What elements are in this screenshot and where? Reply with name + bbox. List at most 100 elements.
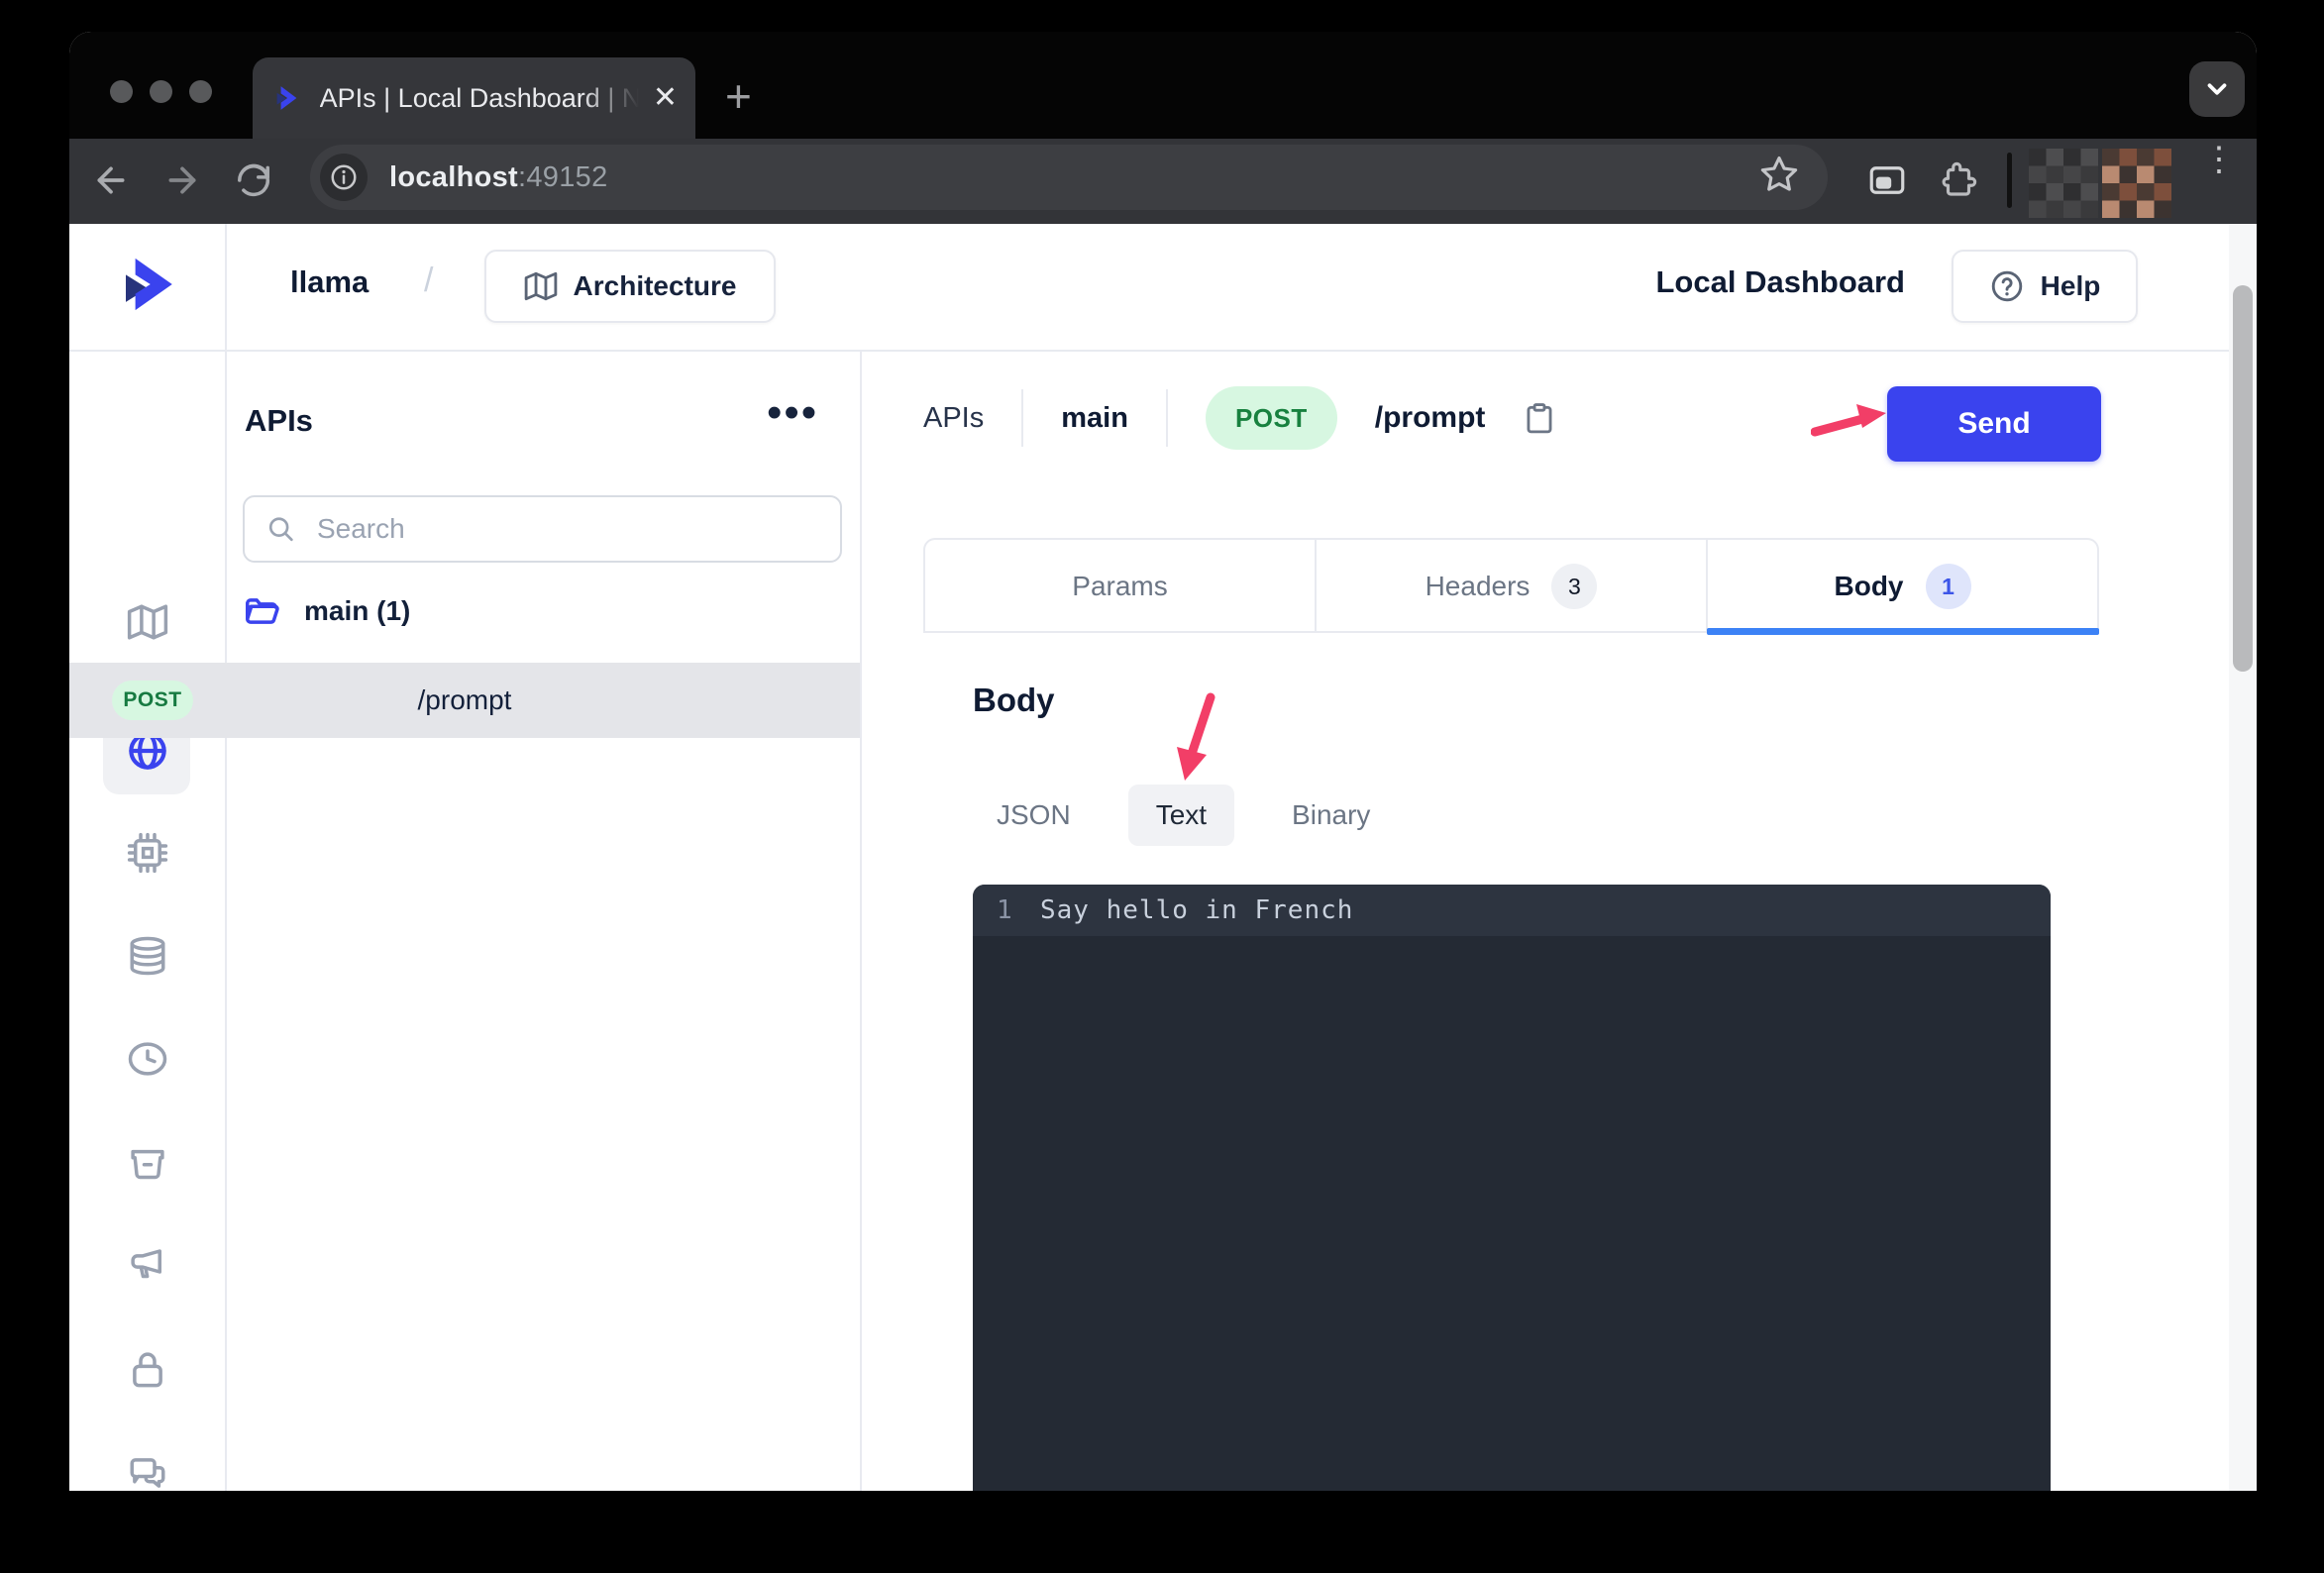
dashboard-title: Local Dashboard [1608, 264, 1905, 300]
search-box[interactable] [243, 495, 842, 563]
request-breadcrumb: APIs main POST /prompt [923, 382, 1556, 454]
tab-headers[interactable]: Headers 3 [1317, 540, 1708, 633]
profile-avatar[interactable] [2029, 149, 2098, 218]
request-path: /prompt [1375, 401, 1486, 435]
sidebar-item-databases[interactable] [127, 935, 168, 977]
body-count-badge: 1 [1926, 564, 1971, 609]
breadcrumb-separator: / [424, 262, 433, 300]
page-scrollbar[interactable] [2229, 224, 2257, 1491]
sidebar-item-secrets[interactable] [127, 1348, 168, 1390]
body-mode-switcher: JSON Text Binary [997, 783, 1370, 848]
request-tabs: Params Headers 3 Body 1 [923, 538, 2099, 633]
tab-body-label: Body [1835, 571, 1904, 602]
extensions-button[interactable] [1931, 153, 1986, 208]
apis-panel-menu-icon[interactable]: ••• [767, 388, 818, 438]
back-arrow-icon [91, 160, 131, 200]
editor-line-text: Say hello in French [1040, 895, 1353, 925]
browser-toolbar: localhost:49152 ⋮ [69, 139, 2257, 224]
map-icon [524, 269, 558, 303]
bookmark-star-icon [1758, 154, 1800, 195]
project-name: llama [290, 264, 369, 300]
url-text: localhost:49152 [389, 161, 608, 194]
body-text-editor[interactable]: 1 Say hello in French [973, 885, 2051, 1491]
info-icon [329, 162, 359, 192]
address-bar[interactable]: localhost:49152 [310, 145, 1828, 210]
window-close-button[interactable] [110, 80, 133, 103]
window-minimize-button[interactable] [150, 80, 172, 103]
nitric-logo [115, 252, 180, 317]
database-icon [127, 935, 168, 977]
help-label: Help [2041, 270, 2101, 302]
headers-count-badge: 3 [1551, 564, 1597, 609]
breadcrumb-divider [1021, 389, 1023, 447]
tab-params[interactable]: Params [925, 540, 1317, 633]
breadcrumb-apis: APIs [923, 402, 984, 435]
picture-in-picture-icon [1866, 159, 1908, 201]
storage-bucket-icon [127, 1142, 168, 1184]
reload-button[interactable] [226, 153, 281, 208]
forward-arrow-icon [162, 160, 202, 200]
app-header: llama / Architecture Local Dashboard Hel… [69, 224, 2229, 352]
sidebar-item-websockets[interactable] [127, 832, 168, 874]
breadcrumb-divider [1166, 389, 1168, 447]
endpoint-path: /prompt [225, 663, 704, 738]
sidebar-item-architecture[interactable] [127, 601, 168, 643]
copy-clipboard-icon[interactable] [1523, 401, 1556, 435]
annotation-arrow-to-text [1167, 689, 1226, 788]
rail-border [225, 224, 227, 1491]
scrollbar-thumb[interactable] [2233, 285, 2253, 672]
sidebar-item-schedules[interactable] [127, 1038, 168, 1080]
editor-line-number: 1 [997, 895, 1040, 925]
tab-close-icon[interactable]: ✕ [653, 83, 678, 113]
browser-menu-button[interactable]: ⋮ [2199, 151, 2239, 210]
dashboard-page: llama / Architecture Local Dashboard Hel… [69, 224, 2229, 1491]
api-group-row[interactable]: main (1) [243, 592, 410, 630]
help-question-icon [1989, 268, 2025, 304]
search-input[interactable] [315, 512, 818, 546]
new-tab-button[interactable]: + [725, 73, 752, 119]
url-port: :49152 [518, 161, 608, 193]
sidebar-item-topics[interactable] [127, 1244, 168, 1286]
chevron-down-icon [2202, 74, 2232, 104]
clock-icon [127, 1038, 168, 1080]
mode-binary[interactable]: Binary [1292, 799, 1370, 831]
endpoint-list-item-selected[interactable]: POST /prompt [69, 663, 860, 738]
picture-in-picture-button[interactable] [1859, 153, 1915, 208]
api-group-label: main (1) [304, 595, 410, 627]
profile-avatar[interactable] [2102, 149, 2171, 218]
help-button[interactable]: Help [1952, 250, 2138, 323]
nitric-favicon [270, 80, 302, 116]
back-button[interactable] [83, 153, 139, 208]
extensions-puzzle-icon [1938, 159, 1979, 201]
lock-icon [127, 1348, 168, 1390]
method-badge: POST [1206, 386, 1337, 450]
site-info-button[interactable] [320, 154, 368, 201]
forward-button[interactable] [155, 153, 210, 208]
reload-icon [235, 161, 272, 199]
breadcrumb-group: main [1061, 402, 1128, 435]
annotation-arrow-to-send [1811, 394, 1888, 450]
url-host: localhost [389, 161, 518, 193]
architecture-label: Architecture [574, 270, 737, 302]
send-button[interactable]: Send [1887, 386, 2101, 462]
search-icon [266, 513, 295, 545]
browser-tab[interactable]: APIs | Local Dashboard | Nitric ✕ [253, 57, 695, 139]
sidebar-item-storage[interactable] [127, 1142, 168, 1184]
body-section-title: Body [973, 682, 1055, 719]
architecture-button[interactable]: Architecture [484, 250, 776, 323]
bookmark-button[interactable] [1758, 154, 1800, 195]
browser-tab-strip: APIs | Local Dashboard | Nitric ✕ + [69, 32, 2257, 139]
tab-search-chevron-button[interactable] [2189, 61, 2245, 117]
tab-body[interactable]: Body 1 [1708, 540, 2097, 633]
mode-text[interactable]: Text [1128, 785, 1234, 846]
panel-border [860, 350, 862, 1491]
folder-open-icon [243, 592, 280, 630]
window-zoom-button[interactable] [189, 80, 212, 103]
active-tab-underline [1707, 628, 2099, 635]
apis-panel-title: APIs [245, 403, 313, 439]
browser-window: APIs | Local Dashboard | Nitric ✕ + [69, 32, 2257, 1491]
tab-title: APIs | Local Dashboard | Nitric [320, 83, 639, 114]
editor-active-line: 1 Say hello in French [973, 885, 2051, 936]
mode-json[interactable]: JSON [997, 799, 1071, 831]
sidebar-item-feedback[interactable] [127, 1452, 168, 1491]
